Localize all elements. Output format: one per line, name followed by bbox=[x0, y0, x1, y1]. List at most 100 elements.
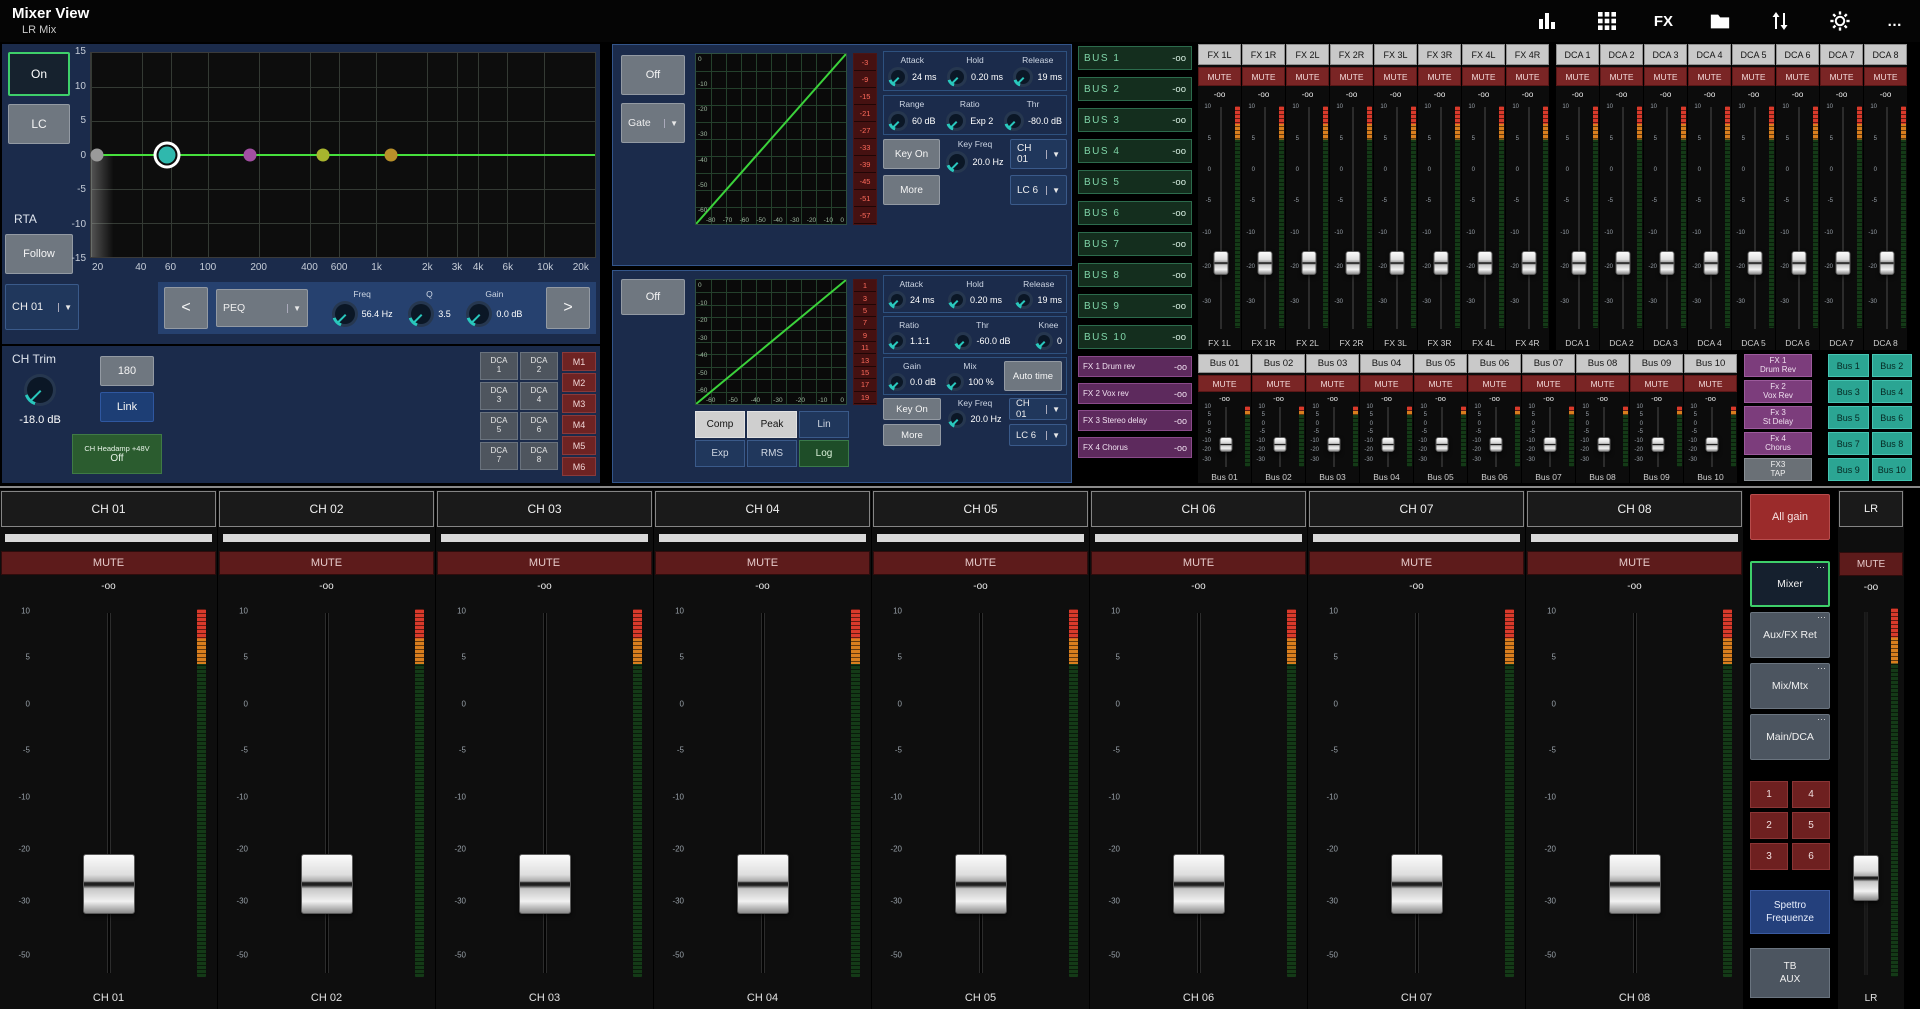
gate-key-freq-knob[interactable] bbox=[946, 151, 968, 173]
bus-select-button[interactable]: Bus 6 bbox=[1872, 406, 1913, 429]
folder-icon[interactable] bbox=[1707, 8, 1733, 34]
channel-mute-button[interactable]: MUTE bbox=[1309, 551, 1524, 575]
channel-fader[interactable]: 1050-5-10-20-30-50 bbox=[658, 597, 867, 987]
dca-select-button[interactable]: DCA 5 bbox=[1732, 44, 1775, 65]
fx-return-mute-button[interactable]: MUTE bbox=[1506, 67, 1549, 86]
next-band-button[interactable]: > bbox=[546, 287, 590, 329]
gate-thr-knob[interactable] bbox=[1004, 111, 1024, 131]
sidebar-view-aux-fx-ret[interactable]: Aux/FX Ret⋯ bbox=[1750, 612, 1830, 658]
io-routing-icon[interactable] bbox=[1767, 8, 1793, 34]
fx-return-fader[interactable]: 1050-5-10-20-30 bbox=[1462, 101, 1505, 335]
eq-band-3-handle[interactable] bbox=[316, 149, 329, 162]
channel-mute-button[interactable]: MUTE bbox=[1527, 551, 1742, 575]
apps-grid-icon[interactable] bbox=[1594, 8, 1620, 34]
comp-auto-time-button[interactable]: Auto time bbox=[1004, 361, 1062, 391]
fx-return-fader[interactable]: 1050-5-10-20-30 bbox=[1330, 101, 1373, 335]
comp-toggle-rms[interactable]: RMS bbox=[747, 440, 797, 467]
bus-select-button[interactable]: Bus 8 bbox=[1872, 432, 1913, 455]
gate-type-select[interactable]: Gate ▼ bbox=[621, 103, 685, 143]
gate-key-on-button[interactable]: Key On bbox=[883, 139, 940, 169]
dca-assign-button[interactable]: DCA4 bbox=[520, 382, 558, 410]
fx-return-fader[interactable]: 1050-5-10-20-30 bbox=[1286, 101, 1329, 335]
mute-group-button[interactable]: M5 bbox=[562, 436, 596, 455]
sidebar-number-button[interactable]: 2 bbox=[1750, 812, 1788, 839]
channel-mute-button[interactable]: MUTE bbox=[1091, 551, 1306, 575]
more-menu-button[interactable]: … bbox=[1887, 8, 1902, 34]
comp-key-freq-knob[interactable] bbox=[948, 410, 966, 428]
channel-fader-cap[interactable] bbox=[519, 854, 571, 914]
comp-attack-knob[interactable] bbox=[888, 291, 906, 309]
channel-mute-button[interactable]: MUTE bbox=[873, 551, 1088, 575]
channel-fader[interactable]: 1050-5-10-20-30-50 bbox=[1094, 597, 1303, 987]
channel-fader[interactable]: 1050-5-10-20-30-50 bbox=[876, 597, 1085, 987]
comp-mix-knob[interactable] bbox=[946, 373, 964, 391]
bus-master-fader-cap[interactable] bbox=[1328, 437, 1341, 452]
sidebar-number-button[interactable]: 3 bbox=[1750, 843, 1788, 870]
gate-hold-knob[interactable] bbox=[947, 67, 967, 87]
dca-fader[interactable]: 1050-5-10-20-30 bbox=[1776, 101, 1819, 335]
bus-master-fader[interactable]: 1050-5-10-20-30 bbox=[1414, 404, 1467, 470]
dca-select-button[interactable]: DCA 3 bbox=[1644, 44, 1687, 65]
dca-mute-button[interactable]: MUTE bbox=[1556, 67, 1599, 86]
gate-release-knob[interactable] bbox=[1013, 67, 1033, 87]
bus-master-select-button[interactable]: Bus 07 bbox=[1522, 354, 1575, 373]
fx-send-row[interactable]: FX 2 Vox rev-oo bbox=[1078, 383, 1192, 404]
sidebar-number-button[interactable]: 6 bbox=[1792, 843, 1830, 870]
channel-fader-cap[interactable] bbox=[83, 854, 135, 914]
fx-return-mute-button[interactable]: MUTE bbox=[1374, 67, 1417, 86]
link-button[interactable]: Link bbox=[100, 392, 154, 422]
dca-fader-cap[interactable] bbox=[1659, 251, 1674, 275]
channel-select-button[interactable]: CH 06 bbox=[1091, 491, 1306, 527]
fx-return-select-button[interactable]: FX 4R bbox=[1506, 44, 1549, 65]
dca-fader-cap[interactable] bbox=[1835, 251, 1850, 275]
channel-fader-cap[interactable] bbox=[1609, 854, 1661, 914]
talkback-aux-button[interactable]: TB AUX bbox=[1750, 948, 1830, 998]
bus-master-fader[interactable]: 1050-5-10-20-30 bbox=[1360, 404, 1413, 470]
gate-range-knob[interactable] bbox=[888, 111, 908, 131]
dca-fader-cap[interactable] bbox=[1571, 251, 1586, 275]
fx-master-button-3[interactable]: Fx 3St Delay bbox=[1744, 406, 1812, 429]
bus-select-button[interactable]: Bus 7 bbox=[1828, 432, 1869, 455]
mute-group-button[interactable]: M4 bbox=[562, 415, 596, 434]
comp-lc-select[interactable]: LC 6 ▼ bbox=[1009, 424, 1067, 446]
dca-fader-cap[interactable] bbox=[1747, 251, 1762, 275]
channel-select-button[interactable]: CH 05 bbox=[873, 491, 1088, 527]
fx-send-row[interactable]: FX 4 Chorus-oo bbox=[1078, 437, 1192, 458]
eq-band-2-handle[interactable] bbox=[243, 149, 256, 162]
eq-lc-band-handle[interactable] bbox=[91, 149, 104, 162]
bus-send-row[interactable]: BUS 2-oo bbox=[1078, 77, 1192, 101]
bus-send-row[interactable]: BUS 1-oo bbox=[1078, 46, 1192, 70]
comp-ratio-knob[interactable] bbox=[888, 332, 906, 350]
fx-return-mute-button[interactable]: MUTE bbox=[1330, 67, 1373, 86]
channel-fader[interactable]: 1050-5-10-20-30-50 bbox=[1530, 597, 1739, 987]
all-gain-button[interactable]: All gain bbox=[1750, 494, 1830, 540]
bus-master-fader-cap[interactable] bbox=[1220, 437, 1233, 452]
bus-master-mute-button[interactable]: MUTE bbox=[1360, 375, 1413, 392]
gate-more-button[interactable]: More bbox=[883, 175, 940, 205]
dca-assign-button[interactable]: DCA7 bbox=[480, 442, 518, 470]
fx-button[interactable]: FX bbox=[1654, 8, 1673, 34]
fx-return-select-button[interactable]: FX 1R bbox=[1242, 44, 1285, 65]
channel-fader-cap[interactable] bbox=[1173, 854, 1225, 914]
dca-assign-button[interactable]: DCA2 bbox=[520, 352, 558, 380]
comp-toggle-log[interactable]: Log bbox=[799, 440, 849, 467]
channel-fader[interactable]: 1050-5-10-20-30-50 bbox=[222, 597, 431, 987]
dca-assign-button[interactable]: DCA3 bbox=[480, 382, 518, 410]
settings-gear-icon[interactable] bbox=[1827, 8, 1853, 34]
fx-master-button-4[interactable]: Fx 4Chorus bbox=[1744, 432, 1812, 455]
dca-select-button[interactable]: DCA 4 bbox=[1688, 44, 1731, 65]
gate-ratio-knob[interactable] bbox=[946, 111, 966, 131]
bus-master-fader-cap[interactable] bbox=[1598, 437, 1611, 452]
dca-fader[interactable]: 1050-5-10-20-30 bbox=[1644, 101, 1687, 335]
prev-band-button[interactable]: < bbox=[164, 287, 208, 329]
dca-fader-cap[interactable] bbox=[1879, 251, 1894, 275]
comp-hold-knob[interactable] bbox=[948, 291, 966, 309]
channel-fader-cap[interactable] bbox=[955, 854, 1007, 914]
dca-assign-button[interactable]: DCA6 bbox=[520, 412, 558, 440]
gate-lc-select[interactable]: LC 6 ▼ bbox=[1010, 175, 1067, 205]
bus-master-fader-cap[interactable] bbox=[1544, 437, 1557, 452]
dca-assign-button[interactable]: DCA1 bbox=[480, 352, 518, 380]
bus-master-fader-cap[interactable] bbox=[1706, 437, 1719, 452]
dca-fader[interactable]: 1050-5-10-20-30 bbox=[1556, 101, 1599, 335]
channel-mute-button[interactable]: MUTE bbox=[219, 551, 434, 575]
